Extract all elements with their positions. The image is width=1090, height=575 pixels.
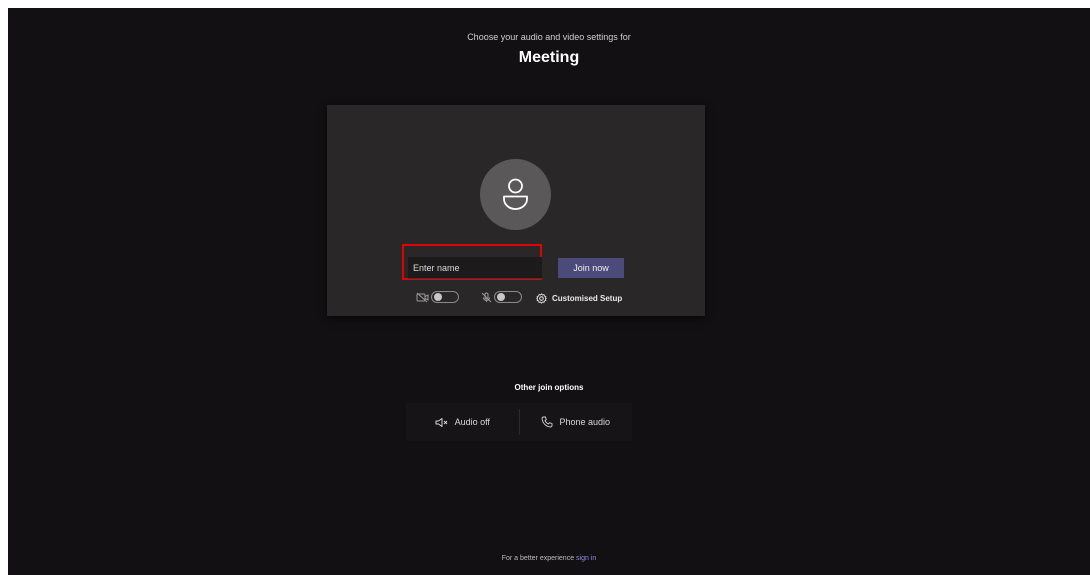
phone-icon xyxy=(542,416,553,428)
other-join-options-label: Other join options xyxy=(514,383,584,392)
gear-icon xyxy=(536,292,547,304)
join-now-button[interactable]: Join now xyxy=(558,258,624,278)
device-controls: Customised Setup xyxy=(327,291,705,305)
other-join-options: Audio off Phone audio xyxy=(406,403,632,441)
camera-toggle[interactable] xyxy=(431,291,459,303)
mic-toggle[interactable] xyxy=(494,291,522,303)
audio-off-label: Audio off xyxy=(454,417,490,427)
footer-text: For a better experience xyxy=(501,555,575,562)
sign-in-link[interactable]: sign in xyxy=(576,555,596,562)
camera-off-icon xyxy=(416,292,429,303)
mic-toggle-knob xyxy=(497,293,505,301)
phone-audio-label: Phone audio xyxy=(559,417,611,427)
settings-prompt: Choose your audio and video settings for xyxy=(467,32,631,42)
customised-setup-button[interactable]: Customised Setup xyxy=(536,291,622,305)
audio-off-option[interactable]: Audio off xyxy=(406,403,519,441)
phone-audio-option[interactable]: Phone audio xyxy=(520,403,633,441)
person-icon xyxy=(503,178,528,210)
speaker-off-icon xyxy=(435,417,447,427)
prejoin-screen: Choose your audio and video settings for… xyxy=(8,8,1090,575)
camera-toggle-knob xyxy=(434,293,442,301)
prejoin-card: Join now xyxy=(327,105,705,316)
avatar xyxy=(480,159,551,230)
meeting-title: Meeting xyxy=(518,49,580,66)
footer: For a better experience sign in xyxy=(8,555,1090,562)
name-input[interactable] xyxy=(408,257,542,279)
mic-off-icon xyxy=(481,292,492,303)
customised-setup-label: Customised Setup xyxy=(552,293,623,303)
